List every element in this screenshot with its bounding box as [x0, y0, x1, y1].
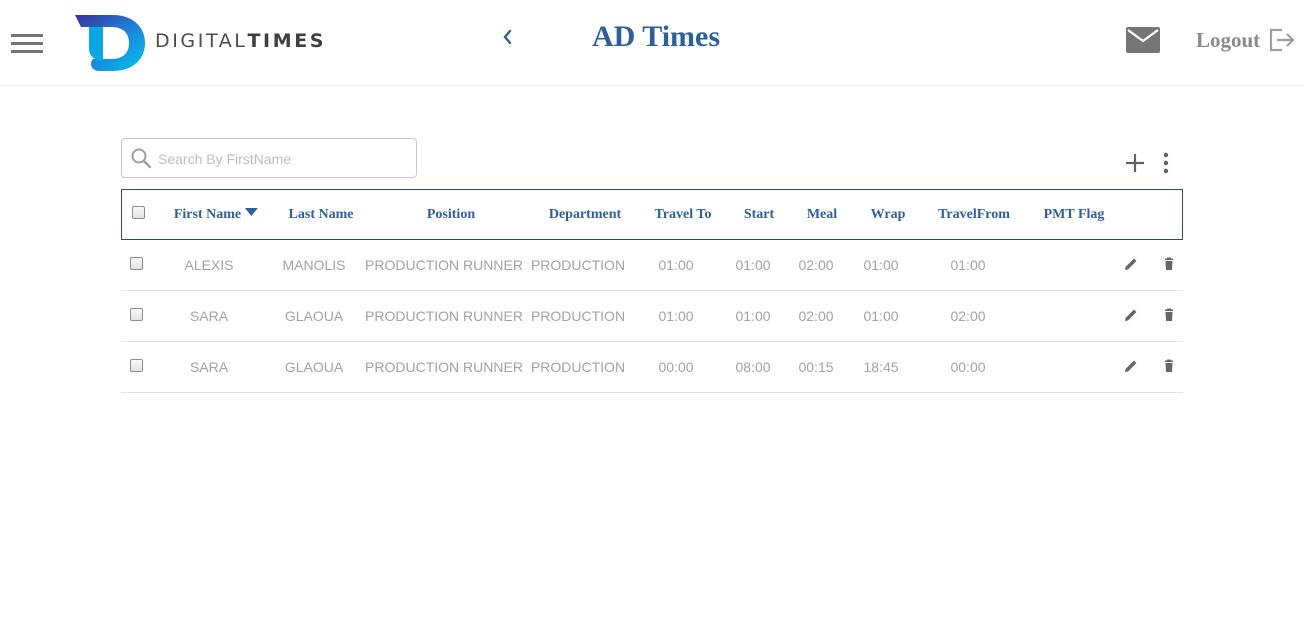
column-header-meal[interactable]: Meal	[807, 190, 837, 239]
pencil-icon[interactable]	[1124, 308, 1138, 322]
cell-position: PRODUCTION RUNNER	[365, 257, 523, 273]
cell-department: PRODUCTION	[530, 308, 626, 324]
page-title: AD Times	[591, 20, 721, 53]
row-checkbox[interactable]	[130, 308, 143, 321]
cell-first-name: SARA	[189, 308, 229, 324]
trash-icon[interactable]	[1162, 308, 1176, 322]
cell-travel-from: 00:00	[950, 359, 986, 375]
column-header-position[interactable]: Position	[427, 190, 475, 239]
times-table: First Name Last Name Position Department…	[121, 189, 1183, 393]
column-header-pmt-flag[interactable]: PMT Flag	[1044, 190, 1105, 239]
column-header-travel-from[interactable]: TravelFrom	[938, 190, 1010, 239]
column-header-wrap[interactable]: Wrap	[871, 190, 906, 239]
cell-wrap: 18:45	[863, 359, 899, 375]
logo-mark-icon	[75, 15, 145, 71]
table-row: SARA GLAOUA PRODUCTION RUNNER PRODUCTION…	[121, 291, 1183, 342]
cell-travel-to: 00:00	[658, 359, 694, 375]
logout-icon	[1270, 28, 1295, 52]
pencil-icon[interactable]	[1124, 257, 1138, 271]
cell-last-name: MANOLIS	[282, 257, 346, 273]
cell-start: 01:00	[735, 308, 771, 324]
cell-travel-from: 01:00	[950, 257, 986, 273]
column-header-department[interactable]: Department	[549, 190, 621, 239]
app-logo[interactable]: DIGITALTIMES	[75, 15, 335, 71]
cell-last-name: GLAOUA	[284, 308, 344, 324]
search-icon	[131, 148, 152, 169]
column-header-first-name[interactable]: First Name	[174, 190, 259, 239]
cell-first-name: ALEXIS	[184, 257, 234, 273]
cell-wrap: 01:00	[863, 308, 899, 324]
app-header: DIGITALTIMES AD Times Logout	[0, 0, 1304, 86]
search-box	[121, 138, 417, 178]
row-checkbox[interactable]	[130, 257, 143, 270]
more-vertical-icon[interactable]	[1160, 152, 1172, 174]
select-all-checkbox[interactable]	[132, 206, 145, 219]
hamburger-icon[interactable]	[11, 34, 43, 54]
logo-wordmark: DIGITALTIMES	[155, 30, 327, 52]
cell-meal: 02:00	[798, 308, 834, 324]
cell-meal: 02:00	[798, 257, 834, 273]
row-checkbox[interactable]	[130, 359, 143, 372]
cell-meal: 00:15	[798, 359, 834, 375]
cell-start: 01:00	[735, 257, 771, 273]
chevron-left-icon[interactable]	[498, 26, 518, 48]
table-row: SARA GLAOUA PRODUCTION RUNNER PRODUCTION…	[121, 342, 1183, 393]
column-header-start[interactable]: Start	[744, 190, 774, 239]
column-header-travel-to[interactable]: Travel To	[655, 190, 712, 239]
table-header: First Name Last Name Position Department…	[121, 189, 1183, 240]
cell-position: PRODUCTION RUNNER	[365, 359, 523, 375]
cell-department: PRODUCTION	[530, 257, 626, 273]
logout-label: Logout	[1196, 27, 1261, 52]
pencil-icon[interactable]	[1124, 359, 1138, 373]
table-row: ALEXIS MANOLIS PRODUCTION RUNNER PRODUCT…	[121, 240, 1183, 291]
search-input[interactable]	[156, 145, 410, 173]
logout-button[interactable]: Logout	[1196, 25, 1296, 55]
sort-down-icon	[245, 208, 259, 216]
cell-travel-to: 01:00	[658, 257, 694, 273]
plus-icon[interactable]	[1124, 152, 1146, 174]
cell-wrap: 01:00	[863, 257, 899, 273]
cell-last-name: GLAOUA	[284, 359, 344, 375]
column-header-last-name[interactable]: Last Name	[289, 190, 354, 239]
trash-icon[interactable]	[1162, 257, 1176, 271]
trash-icon[interactable]	[1162, 359, 1176, 373]
cell-start: 08:00	[735, 359, 771, 375]
cell-position: PRODUCTION RUNNER	[365, 308, 523, 324]
cell-travel-from: 02:00	[950, 308, 986, 324]
cell-department: PRODUCTION	[530, 359, 626, 375]
mail-icon[interactable]	[1125, 26, 1161, 54]
cell-travel-to: 01:00	[658, 308, 694, 324]
cell-first-name: SARA	[189, 359, 229, 375]
